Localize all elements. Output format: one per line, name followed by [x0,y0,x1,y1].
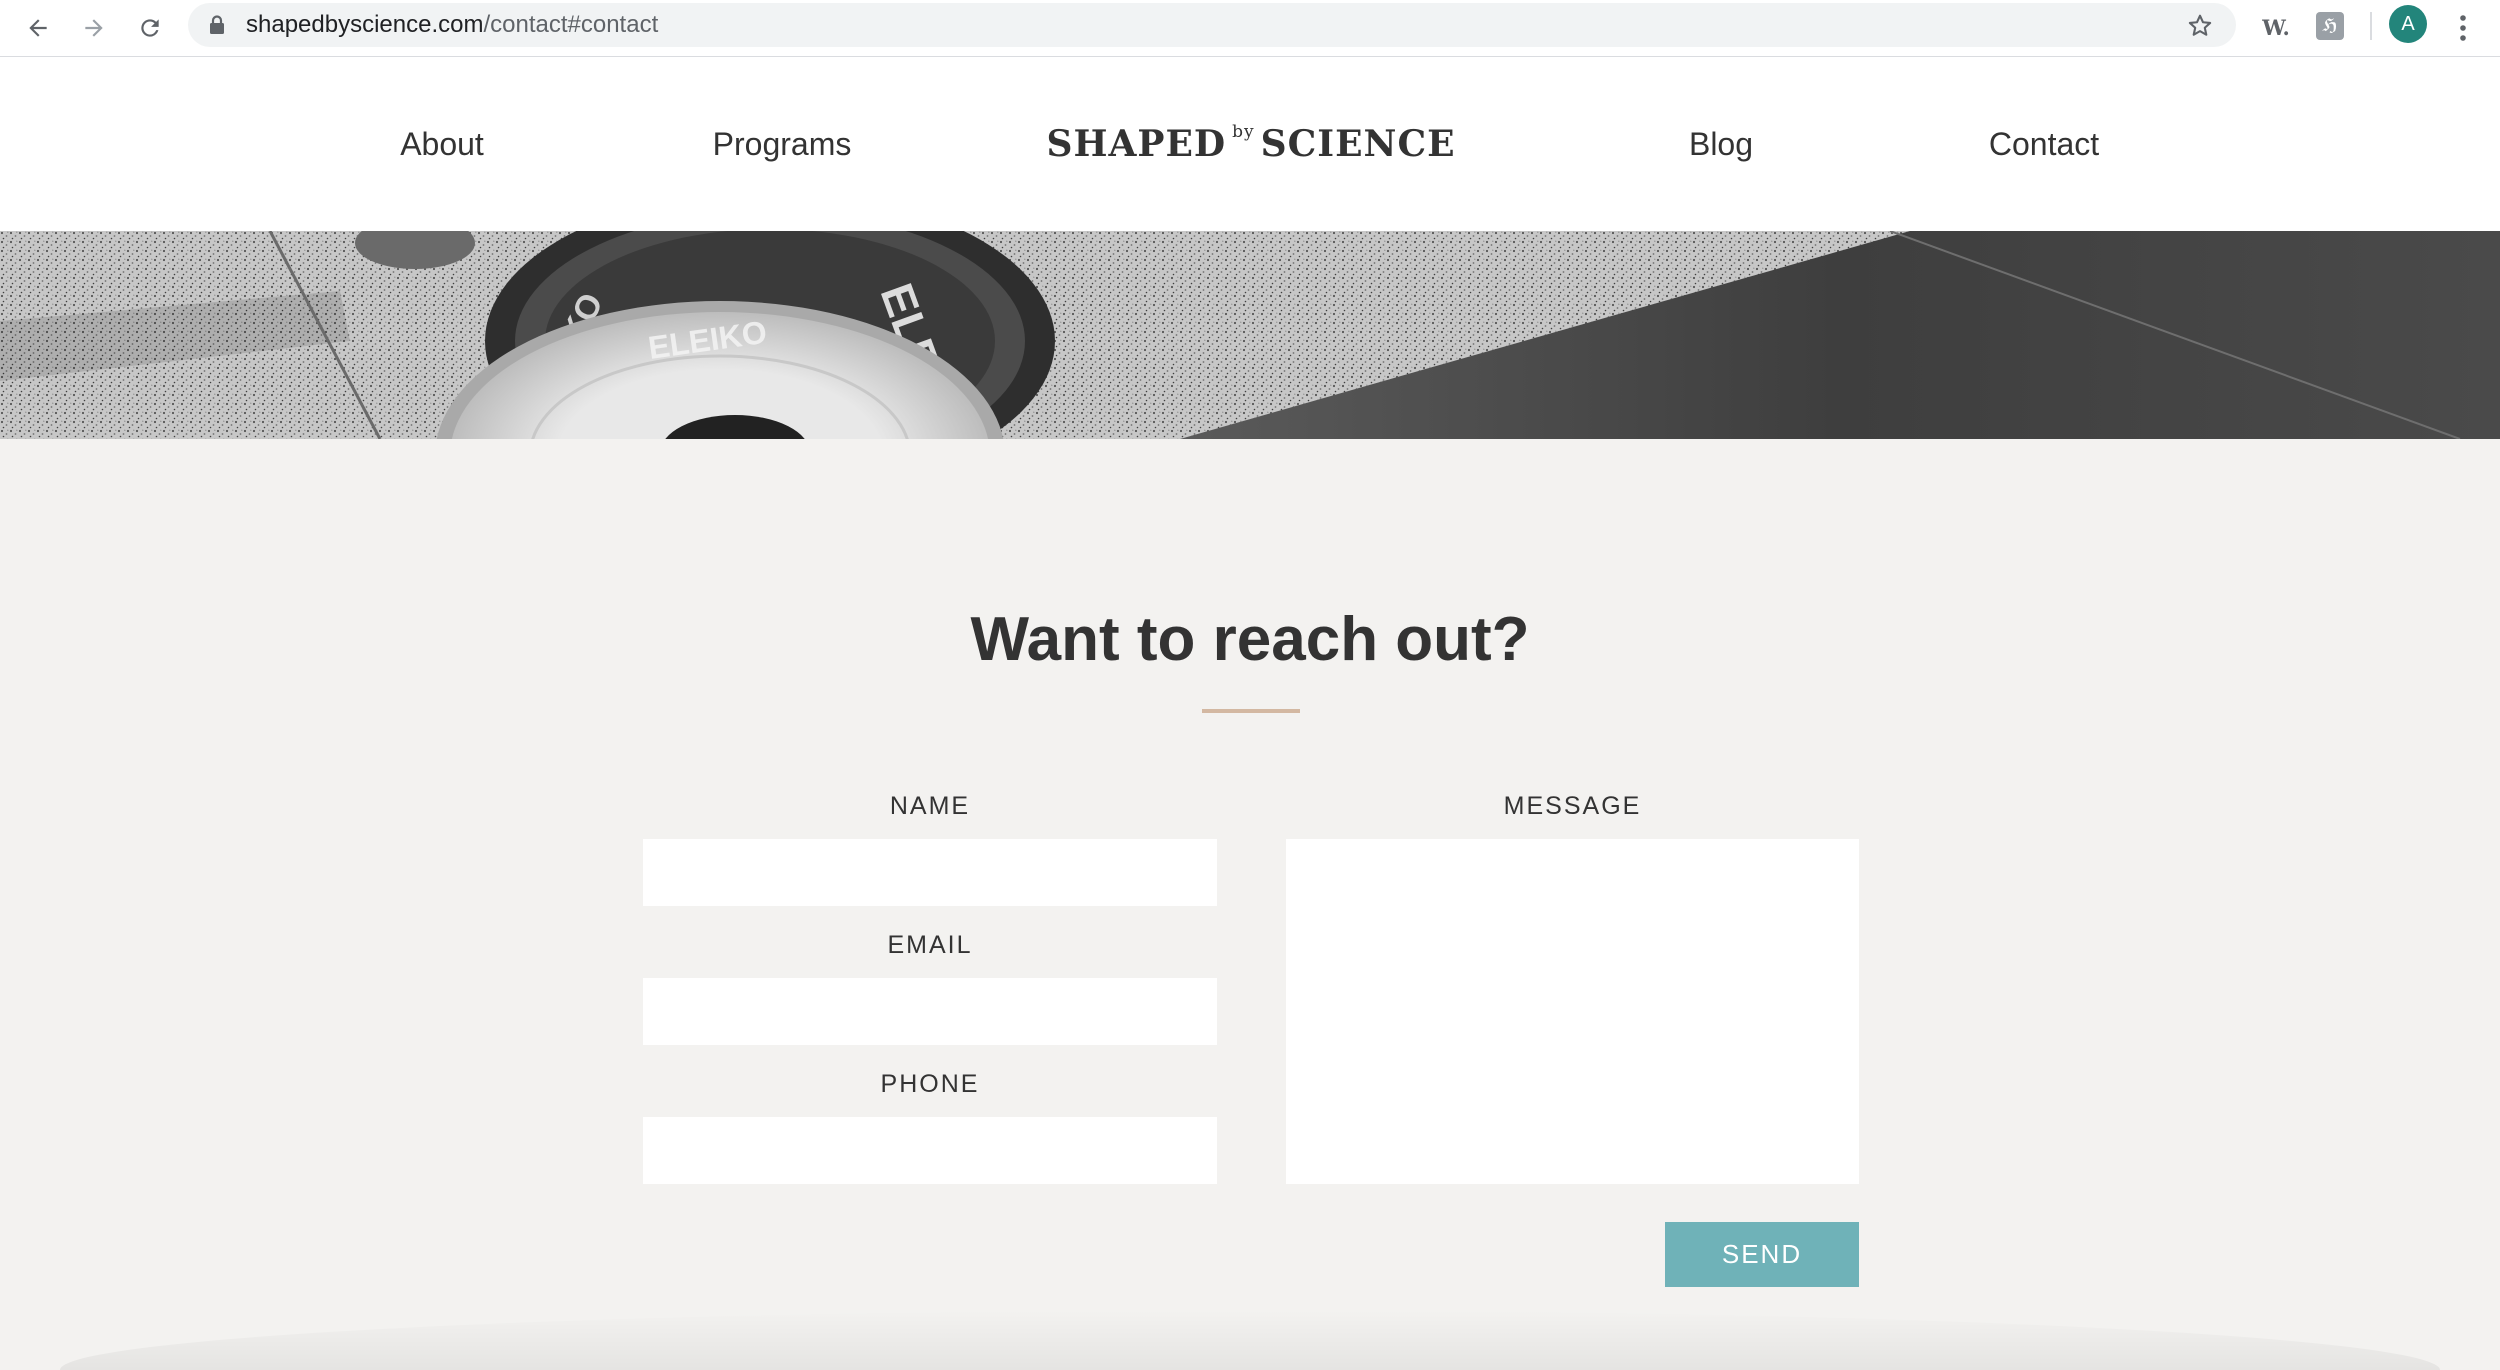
nav-programs[interactable]: Programs [713,57,852,231]
send-button[interactable]: SEND [1665,1222,1859,1287]
name-label: NAME [889,792,971,820]
message-label: MESSAGE [1503,792,1642,820]
contact-heading: Want to reach out? [970,605,1530,674]
address-bar[interactable]: shapedbyscience.com/contact#contact [188,3,2236,47]
bookmark-star-icon[interactable] [2186,12,2214,45]
email-input[interactable] [643,978,1217,1045]
back-arrow-icon[interactable] [18,8,58,48]
reload-icon[interactable] [130,8,170,48]
url-domain: shapedbyscience.com [246,11,484,38]
lock-icon [208,15,226,40]
nav-contact[interactable]: Contact [1989,57,2099,231]
toolbar-divider [2370,12,2372,40]
site-header: About Programs SHAPED by SCIENCE Blog Co… [0,57,2500,231]
logo-shaped: SHAPED [1046,123,1227,165]
browser-toolbar: shapedbyscience.com/contact#contact W. ℌ… [0,0,2500,57]
message-textarea[interactable] [1286,839,1859,1184]
nav-blog[interactable]: Blog [1689,57,1753,231]
email-label: EMAIL [887,931,973,959]
site-logo[interactable]: SHAPED by SCIENCE [1046,57,1455,231]
logo-by: by [1232,122,1255,142]
phone-label: PHONE [880,1070,980,1098]
forward-arrow-icon[interactable] [74,8,114,48]
url-path: /contact#contact [483,11,659,38]
heading-accent-rule [1202,709,1300,713]
hero-image: ELE KO ELEIKO [0,231,2500,439]
logo-science: SCIENCE [1260,123,1456,165]
kebab-menu-icon[interactable] [2448,8,2478,48]
footer-shadow [60,1310,2440,1370]
phone-input[interactable] [643,1117,1217,1184]
url-text: shapedbyscience.com/contact#contact [246,3,658,47]
extension-w-button[interactable]: W. [2259,8,2293,48]
nav-about[interactable]: About [400,57,484,231]
name-input[interactable] [643,839,1217,906]
hero-weight-plates-photo: ELE KO ELEIKO [0,231,2500,439]
extension-h-button[interactable]: ℌ [2316,12,2344,40]
profile-avatar[interactable]: A [2389,5,2427,43]
